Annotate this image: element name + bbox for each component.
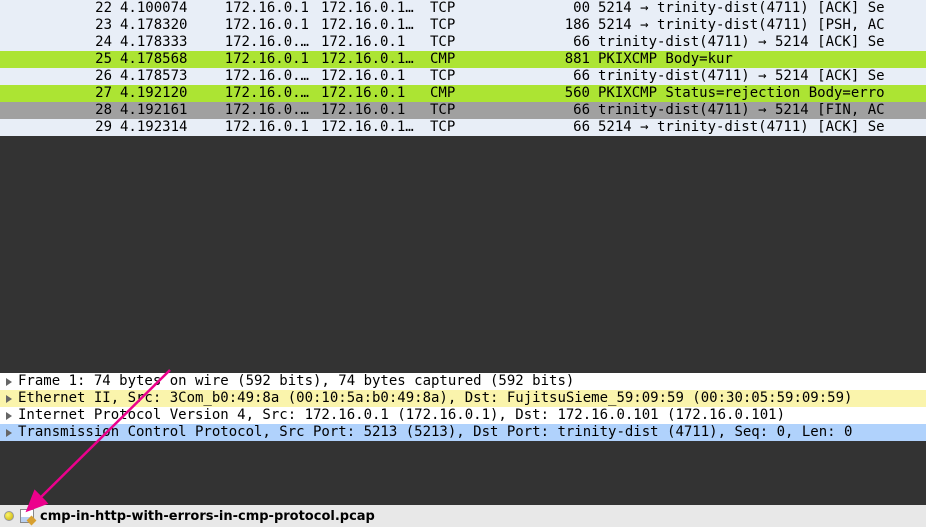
packet-col-protocol: CMP <box>430 51 478 68</box>
packet-col-info: PKIXCMP Body=kur <box>598 51 926 68</box>
packet-col-info: trinity-dist(4711) → 5214 [ACK] Se <box>598 68 926 85</box>
capture-file-properties-icon[interactable] <box>20 509 34 523</box>
packet-row[interactable]: 284.192161172.16.0.…172.16.0.1TCP66trini… <box>0 102 926 119</box>
packet-col-destination: 172.16.0.1 <box>315 85 430 102</box>
packet-row[interactable]: 254.178568172.16.0.1172.16.0.1…CMP881PKI… <box>0 51 926 68</box>
packet-details-pane[interactable]: Frame 1: 74 bytes on wire (592 bits), 74… <box>0 373 926 441</box>
packet-col-protocol: TCP <box>430 119 478 136</box>
tree-expand-icon[interactable] <box>4 394 14 404</box>
packet-list[interactable]: 224.100074172.16.0.1172.16.0.1…TCP005214… <box>0 0 926 136</box>
detail-text: Transmission Control Protocol, Src Port:… <box>18 424 852 441</box>
detail-tree-row[interactable]: Ethernet II, Src: 3Com_b0:49:8a (00:10:5… <box>0 390 926 407</box>
packet-col-source: 172.16.0.… <box>200 85 315 102</box>
packet-col-time: 4.178568 <box>120 51 200 68</box>
packet-col-time: 4.178320 <box>120 17 200 34</box>
status-bar: cmp-in-http-with-errors-in-cmp-protocol.… <box>0 505 926 527</box>
packet-col-source: 172.16.0.… <box>200 102 315 119</box>
packet-col-info: PKIXCMP Status=rejection Body=erro <box>598 85 926 102</box>
packet-col-destination: 172.16.0.1 <box>315 68 430 85</box>
status-filename: cmp-in-http-with-errors-in-cmp-protocol.… <box>40 509 375 524</box>
packet-col-length: 66 <box>478 68 598 85</box>
packet-col-destination: 172.16.0.1… <box>315 0 430 17</box>
detail-text: Frame 1: 74 bytes on wire (592 bits), 74… <box>18 373 574 390</box>
packet-col-source: 172.16.0.1 <box>200 119 315 136</box>
packet-col-no: 22 <box>0 0 120 17</box>
packet-col-info: 5214 → trinity-dist(4711) [ACK] Se <box>598 119 926 136</box>
packet-col-source: 172.16.0.… <box>200 68 315 85</box>
packet-col-destination: 172.16.0.1… <box>315 119 430 136</box>
packet-col-no: 23 <box>0 17 120 34</box>
detail-tree-row[interactable]: Transmission Control Protocol, Src Port:… <box>0 424 926 441</box>
detail-tree-row[interactable]: Frame 1: 74 bytes on wire (592 bits), 74… <box>0 373 926 390</box>
detail-text: Internet Protocol Version 4, Src: 172.16… <box>18 407 785 424</box>
packet-col-info: trinity-dist(4711) → 5214 [ACK] Se <box>598 34 926 51</box>
packet-col-length: 560 <box>478 85 598 102</box>
bytes-pane-placeholder <box>0 441 926 512</box>
packet-col-source: 172.16.0.1 <box>200 51 315 68</box>
tree-expand-icon[interactable] <box>4 377 14 387</box>
packet-col-no: 25 <box>0 51 120 68</box>
packet-col-protocol: TCP <box>430 0 478 17</box>
packet-col-time: 4.100074 <box>120 0 200 17</box>
packet-col-destination: 172.16.0.1… <box>315 17 430 34</box>
packet-col-protocol: CMP <box>430 85 478 102</box>
packet-col-no: 28 <box>0 102 120 119</box>
packet-col-no: 27 <box>0 85 120 102</box>
detail-tree-row[interactable]: Internet Protocol Version 4, Src: 172.16… <box>0 407 926 424</box>
packet-col-no: 29 <box>0 119 120 136</box>
packet-col-protocol: TCP <box>430 102 478 119</box>
packet-row[interactable]: 294.192314172.16.0.1172.16.0.1…TCP665214… <box>0 119 926 136</box>
packet-col-source: 172.16.0.… <box>200 34 315 51</box>
packet-col-source: 172.16.0.1 <box>200 17 315 34</box>
packet-col-time: 4.192161 <box>120 102 200 119</box>
packet-col-protocol: TCP <box>430 34 478 51</box>
packet-col-source: 172.16.0.1 <box>200 0 315 17</box>
packet-col-length: 186 <box>478 17 598 34</box>
packet-list-empty-area <box>0 136 926 373</box>
packet-col-time: 4.192314 <box>120 119 200 136</box>
packet-col-info: trinity-dist(4711) → 5214 [FIN, AC <box>598 102 926 119</box>
packet-col-destination: 172.16.0.1… <box>315 51 430 68</box>
packet-col-time: 4.178573 <box>120 68 200 85</box>
packet-col-destination: 172.16.0.1 <box>315 34 430 51</box>
packet-col-time: 4.178333 <box>120 34 200 51</box>
expert-info-indicator-icon[interactable] <box>4 511 14 521</box>
packet-row[interactable]: 224.100074172.16.0.1172.16.0.1…TCP005214… <box>0 0 926 17</box>
packet-col-length: 66 <box>478 102 598 119</box>
packet-col-length: 881 <box>478 51 598 68</box>
packet-row[interactable]: 264.178573172.16.0.…172.16.0.1TCP66trini… <box>0 68 926 85</box>
packet-col-length: 66 <box>478 119 598 136</box>
packet-col-time: 4.192120 <box>120 85 200 102</box>
packet-row[interactable]: 274.192120172.16.0.…172.16.0.1CMP560PKIX… <box>0 85 926 102</box>
packet-row[interactable]: 234.178320172.16.0.1172.16.0.1…TCP186521… <box>0 17 926 34</box>
packet-col-info: 5214 → trinity-dist(4711) [ACK] Se <box>598 0 926 17</box>
packet-col-no: 24 <box>0 34 120 51</box>
tree-expand-icon[interactable] <box>4 428 14 438</box>
packet-col-protocol: TCP <box>430 17 478 34</box>
packet-col-destination: 172.16.0.1 <box>315 102 430 119</box>
packet-col-length: 00 <box>478 0 598 17</box>
packet-col-protocol: TCP <box>430 68 478 85</box>
packet-col-no: 26 <box>0 68 120 85</box>
packet-col-info: 5214 → trinity-dist(4711) [PSH, AC <box>598 17 926 34</box>
detail-text: Ethernet II, Src: 3Com_b0:49:8a (00:10:5… <box>18 390 852 407</box>
packet-row[interactable]: 244.178333172.16.0.…172.16.0.1TCP66trini… <box>0 34 926 51</box>
packet-col-length: 66 <box>478 34 598 51</box>
tree-expand-icon[interactable] <box>4 411 14 421</box>
